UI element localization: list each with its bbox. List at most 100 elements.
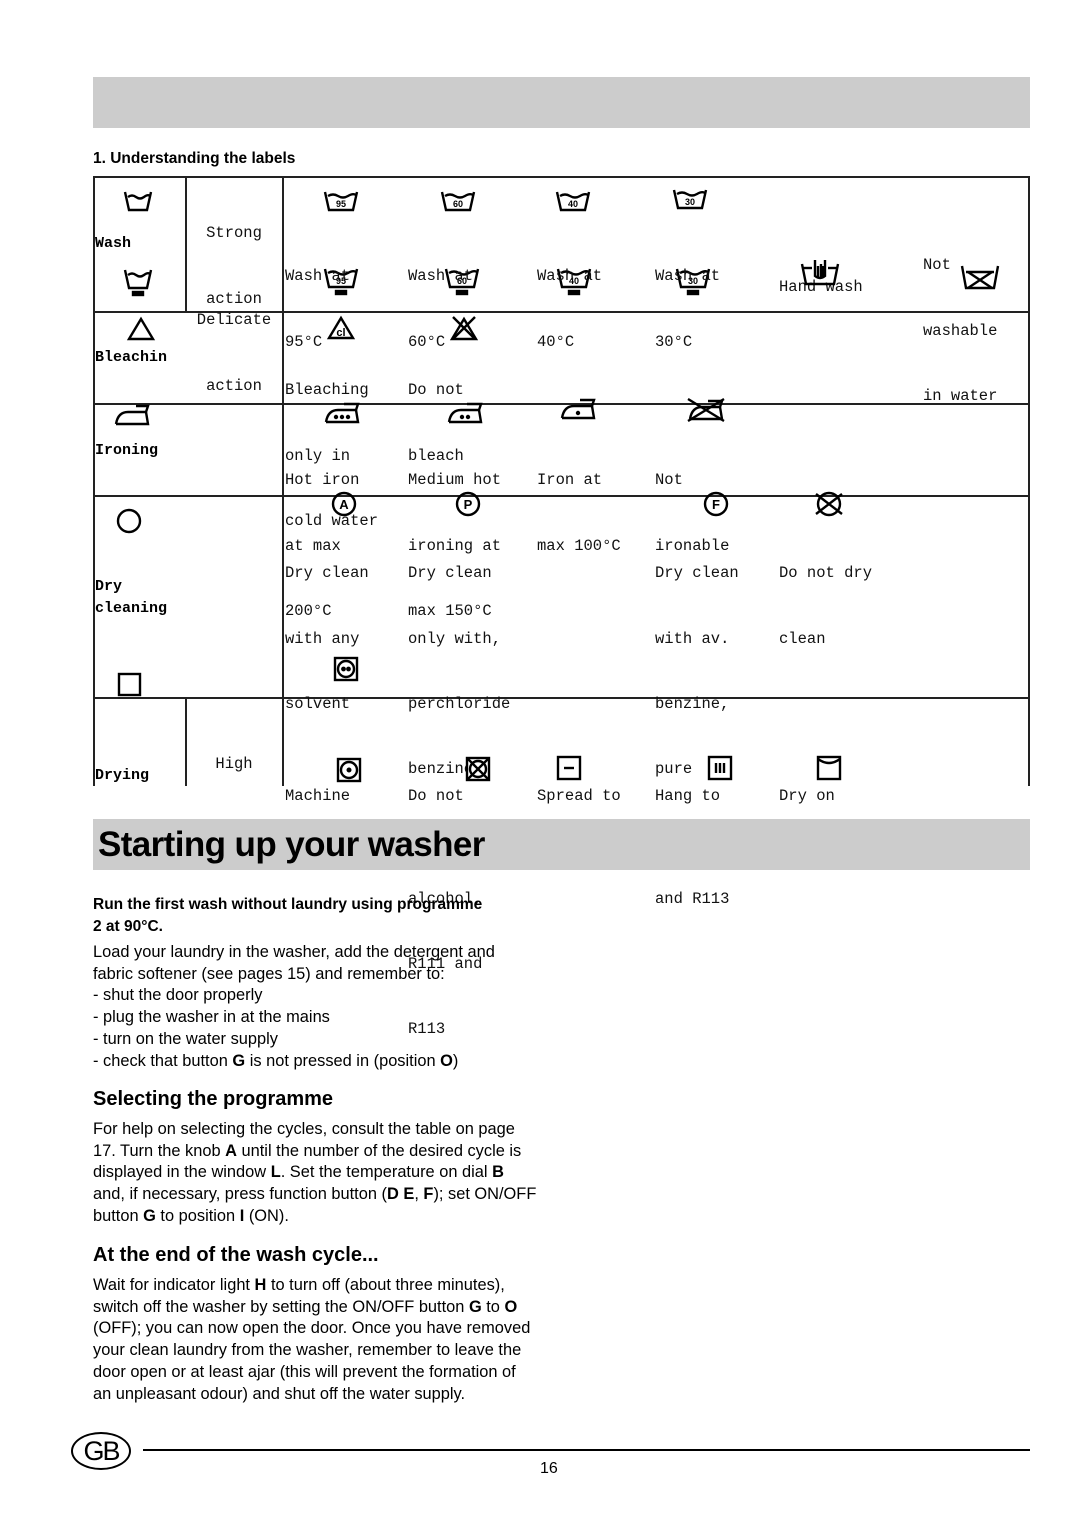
- text-span: Wait for indicator light: [93, 1276, 255, 1294]
- svg-text:F: F: [712, 497, 720, 512]
- wash-category-label: Wash: [95, 235, 132, 252]
- table-subcol-divider-drying: [185, 697, 187, 786]
- text-line: an unpleasant odour) and shut off the wa…: [93, 1384, 466, 1403]
- text-line: solvent: [285, 694, 351, 713]
- table-border-right: [1028, 176, 1030, 786]
- text-line: Dry: [95, 578, 123, 595]
- do-not-dry-clean-icon: [815, 491, 843, 517]
- dry-clean-p-icon: P: [455, 491, 481, 517]
- text-line: 30°C: [655, 332, 693, 351]
- text-line: button G to position I (ON).: [93, 1206, 536, 1228]
- svg-text:A: A: [339, 497, 349, 512]
- text-line: Spread to: [537, 787, 621, 806]
- text-line: Wash at: [655, 267, 721, 286]
- load-instructions: Load your laundry in the washer, add the…: [93, 942, 495, 1072]
- dry-clean-f-icon: F: [703, 491, 729, 517]
- ironing-category-label: Ironing: [95, 442, 159, 459]
- text-line: Wait for indicator light H to turn off (…: [93, 1275, 530, 1297]
- do-not-dry-clean-text: Do not dry clean: [779, 520, 872, 694]
- dry-clean-circle-icon: [116, 508, 142, 534]
- text-span: to position: [155, 1206, 240, 1225]
- text-line: max 100°C: [537, 536, 621, 555]
- not-washable-icon: [960, 265, 1000, 290]
- section-heading: 1. Understanding the labels: [93, 150, 296, 167]
- wash-tub-delicate-icon: [123, 269, 153, 297]
- text-line: Machine: [285, 787, 351, 806]
- button-ref: G: [232, 1051, 246, 1070]
- drying-category-label: Drying: [95, 767, 150, 784]
- text-line: fabric softener (see pages 15) and remem…: [93, 964, 445, 983]
- spread-to-dry-icon: [556, 755, 582, 781]
- tumble-dry-dots-icon: [333, 656, 359, 682]
- dry-cleaning-category-label: Dry cleaning: [95, 576, 167, 619]
- knob-ref: A: [225, 1141, 237, 1160]
- text-span: ); set ON/OFF: [433, 1185, 537, 1204]
- text-line: switch off the washer by setting the ON/…: [93, 1297, 530, 1319]
- svg-text:40: 40: [568, 199, 578, 209]
- end-cycle-body: Wait for indicator light H to turn off (…: [93, 1275, 530, 1405]
- text-line: only with,: [408, 629, 502, 648]
- text-span: until the number of the desired cycle is: [236, 1141, 522, 1160]
- button-ref: G: [143, 1206, 156, 1225]
- starting-title-band: Starting up your washer: [93, 819, 1030, 870]
- text-line: washable: [923, 321, 998, 340]
- not-ironable-icon: [687, 397, 725, 423]
- selecting-title: Selecting the programme: [93, 1088, 334, 1110]
- text-line: Run the first wash without laundry using…: [93, 896, 483, 913]
- text-line: Load your laundry in the washer, add the…: [93, 943, 495, 961]
- text-span: ): [452, 1051, 459, 1070]
- text-line: door open or at least ajar (this will pr…: [93, 1362, 516, 1381]
- text-line: Wash at: [285, 267, 351, 286]
- end-cycle-title: At the end of the wash cycle...: [93, 1244, 379, 1266]
- text-line: Hang to: [655, 787, 721, 806]
- text-line: clean: [779, 629, 826, 648]
- delicate-action-line: action: [206, 376, 262, 395]
- text-span: button: [93, 1206, 144, 1225]
- wash-tub-icon: [123, 191, 153, 212]
- text-line: Do not dry: [779, 564, 873, 583]
- text-line: with av.: [655, 629, 730, 648]
- checklist-item: - check that button G is not pressed in …: [93, 1051, 495, 1073]
- not-washable-text: Not washable in water: [923, 212, 997, 451]
- text-line: Dry clean: [655, 564, 739, 583]
- wash-40-icon: 40: [555, 191, 591, 212]
- text-line: Do not: [408, 787, 464, 806]
- tumble-dry-square-icon: [117, 672, 142, 697]
- wash-30-icon: 30: [672, 189, 708, 210]
- checklist-item: - turn on the water supply: [93, 1029, 278, 1048]
- text-line: Bleaching: [285, 381, 369, 400]
- machine-dryable-icon: [336, 757, 362, 783]
- svg-text:P: P: [464, 497, 473, 512]
- text-line: (OFF); you can now open the door. Once y…: [93, 1319, 531, 1338]
- indicator-ref: H: [254, 1276, 267, 1294]
- hand-wash-icon: [800, 260, 840, 286]
- row-divider-4: [93, 697, 1030, 699]
- svg-text:30: 30: [685, 197, 695, 207]
- svg-text:60: 60: [453, 199, 463, 209]
- text-span: switch off the washer by setting the ON/…: [93, 1297, 469, 1316]
- dry-on-clothes-icon: [816, 755, 842, 781]
- text-line: Dry clean: [285, 564, 369, 583]
- text-line: Medium hot: [408, 471, 502, 490]
- wash-95-icon: 95: [323, 191, 359, 212]
- delicate-action-line: Delicate: [196, 311, 272, 330]
- text-line: cleaning: [95, 599, 168, 617]
- checklist-item: - plug the washer in at the mains: [93, 1008, 330, 1027]
- footer-rule: [143, 1449, 1030, 1451]
- text-line: displayed in the window L. Set the tempe…: [93, 1162, 536, 1184]
- dry-clean-a-icon: A: [331, 491, 357, 517]
- text-line: 2 at 90°C.: [93, 917, 163, 935]
- text-span: displayed in the window: [93, 1163, 271, 1182]
- iron-2-dots-icon: [447, 402, 483, 424]
- text-line: Not: [655, 471, 683, 490]
- text-span: and, if necessary, press function button…: [93, 1185, 387, 1204]
- selecting-body: For help on selecting the cycles, consul…: [93, 1119, 536, 1228]
- header-band: [93, 77, 1030, 128]
- country-badge: GB: [71, 1432, 131, 1470]
- text-line: 17. Turn the knob A until the number of …: [93, 1141, 536, 1163]
- delicate-action-label: Delicate action: [190, 267, 278, 441]
- page-number: 16: [540, 1460, 558, 1477]
- bleach-triangle-icon: [126, 316, 156, 341]
- text-span: is not pressed in (position: [245, 1051, 441, 1070]
- text-line: Hot iron: [285, 471, 360, 490]
